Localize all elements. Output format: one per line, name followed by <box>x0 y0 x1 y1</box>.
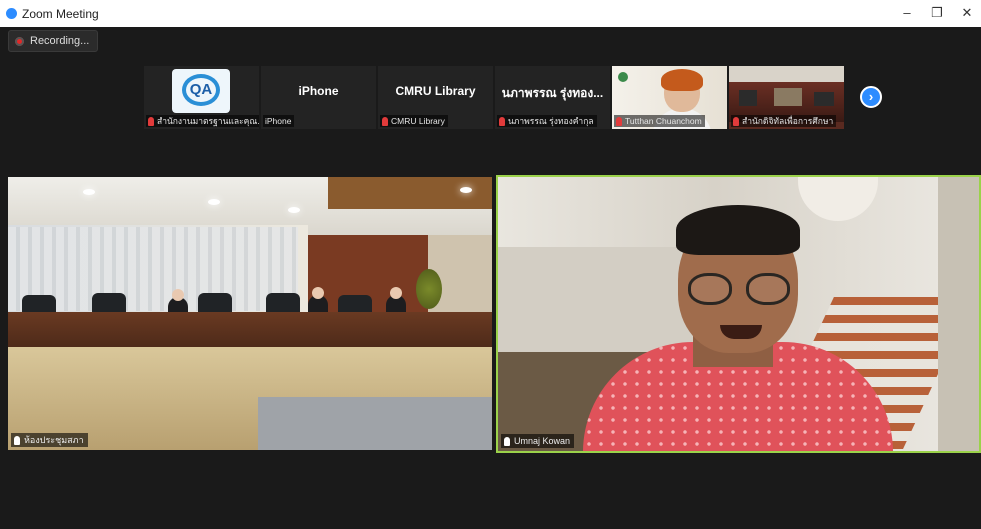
close-button[interactable]: ✕ <box>954 3 980 23</box>
recording-label: Recording... <box>30 35 90 47</box>
participant-name-label: นภาพรรณ รุ่งทองคำกุล <box>497 115 597 127</box>
video-name-label: Umnaj Kowan <box>501 434 575 448</box>
participant-name: สำนักดิจิทัลเพื่อการศึกษา <box>742 116 834 126</box>
record-icon <box>15 36 24 46</box>
mic-icon <box>14 435 20 445</box>
participant-thumb-iphone[interactable]: iPhone iPhone <box>261 66 376 129</box>
meeting-area: Recording... QA สำนักงานมาตรฐานและคุณ...… <box>0 27 981 529</box>
video-tile-conference-room[interactable]: ห้องประชุมสภา <box>8 177 492 450</box>
participant-name-label: สำนักงานมาตรฐานและคุณ... <box>146 115 259 127</box>
participant-name-label: Tutthan Chuanchom <box>614 115 705 127</box>
participant-display-name: นภาพรรณ รุ่งทอง... <box>501 86 604 100</box>
glasses <box>688 273 796 307</box>
video-tile-active-speaker[interactable]: Umnaj Kowan <box>496 175 981 453</box>
title-bar: Zoom Meeting – ❐ ✕ <box>0 0 981 27</box>
qa-logo-image: QA <box>172 69 230 113</box>
participant-name: Umnaj Kowan <box>514 436 571 446</box>
participant-name-label: สำนักดิจิทัลเพื่อการศึกษา <box>731 115 837 127</box>
zoom-logo-icon <box>6 8 17 19</box>
next-page-button[interactable]: › <box>860 86 882 108</box>
participant-name: iPhone <box>265 116 292 126</box>
participant-name-label: CMRU Library <box>380 115 448 127</box>
participant-name: ห้องประชุมสภา <box>24 435 84 445</box>
muted-mic-icon <box>148 116 154 126</box>
participant-name: Tutthan Chuanchom <box>625 116 702 126</box>
muted-mic-icon <box>382 116 388 126</box>
video-name-label: ห้องประชุมสภา <box>11 433 88 447</box>
participant-thumb-digital-office[interactable]: สำนักดิจิทัลเพื่อการศึกษา <box>729 66 844 129</box>
mic-icon <box>504 436 510 446</box>
participant-display-name: CMRU Library <box>395 84 476 98</box>
participant-thumb-tutthan[interactable]: Tutthan Chuanchom <box>612 66 727 129</box>
emblem-icon <box>618 72 628 82</box>
participant-name: สำนักงานมาตรฐานและคุณ... <box>157 116 259 126</box>
participant-name-label: iPhone <box>263 115 295 127</box>
participant-display-name: iPhone <box>298 84 339 98</box>
recording-indicator[interactable]: Recording... <box>8 30 99 52</box>
minimize-button[interactable]: – <box>894 3 920 23</box>
participant-name: นภาพรรณ รุ่งทองคำกุล <box>508 116 594 126</box>
participant-name: CMRU Library <box>391 116 445 126</box>
participant-thumb-qa[interactable]: QA สำนักงานมาตรฐานและคุณ... <box>144 66 259 129</box>
maximize-button[interactable]: ❐ <box>924 3 950 23</box>
muted-mic-icon <box>733 116 739 126</box>
muted-mic-icon <box>616 116 622 126</box>
qa-logo-text: QA <box>189 81 213 98</box>
participant-thumb-napaphan[interactable]: นภาพรรณ รุ่งทอง... นภาพรรณ รุ่งทองคำกุล <box>495 66 610 129</box>
window-title: Zoom Meeting <box>22 7 99 21</box>
participant-thumb-cmru-library[interactable]: CMRU Library CMRU Library <box>378 66 493 129</box>
participant-strip: QA สำนักงานมาตรฐานและคุณ... iPhone iPhon… <box>144 66 844 129</box>
muted-mic-icon <box>499 116 505 126</box>
